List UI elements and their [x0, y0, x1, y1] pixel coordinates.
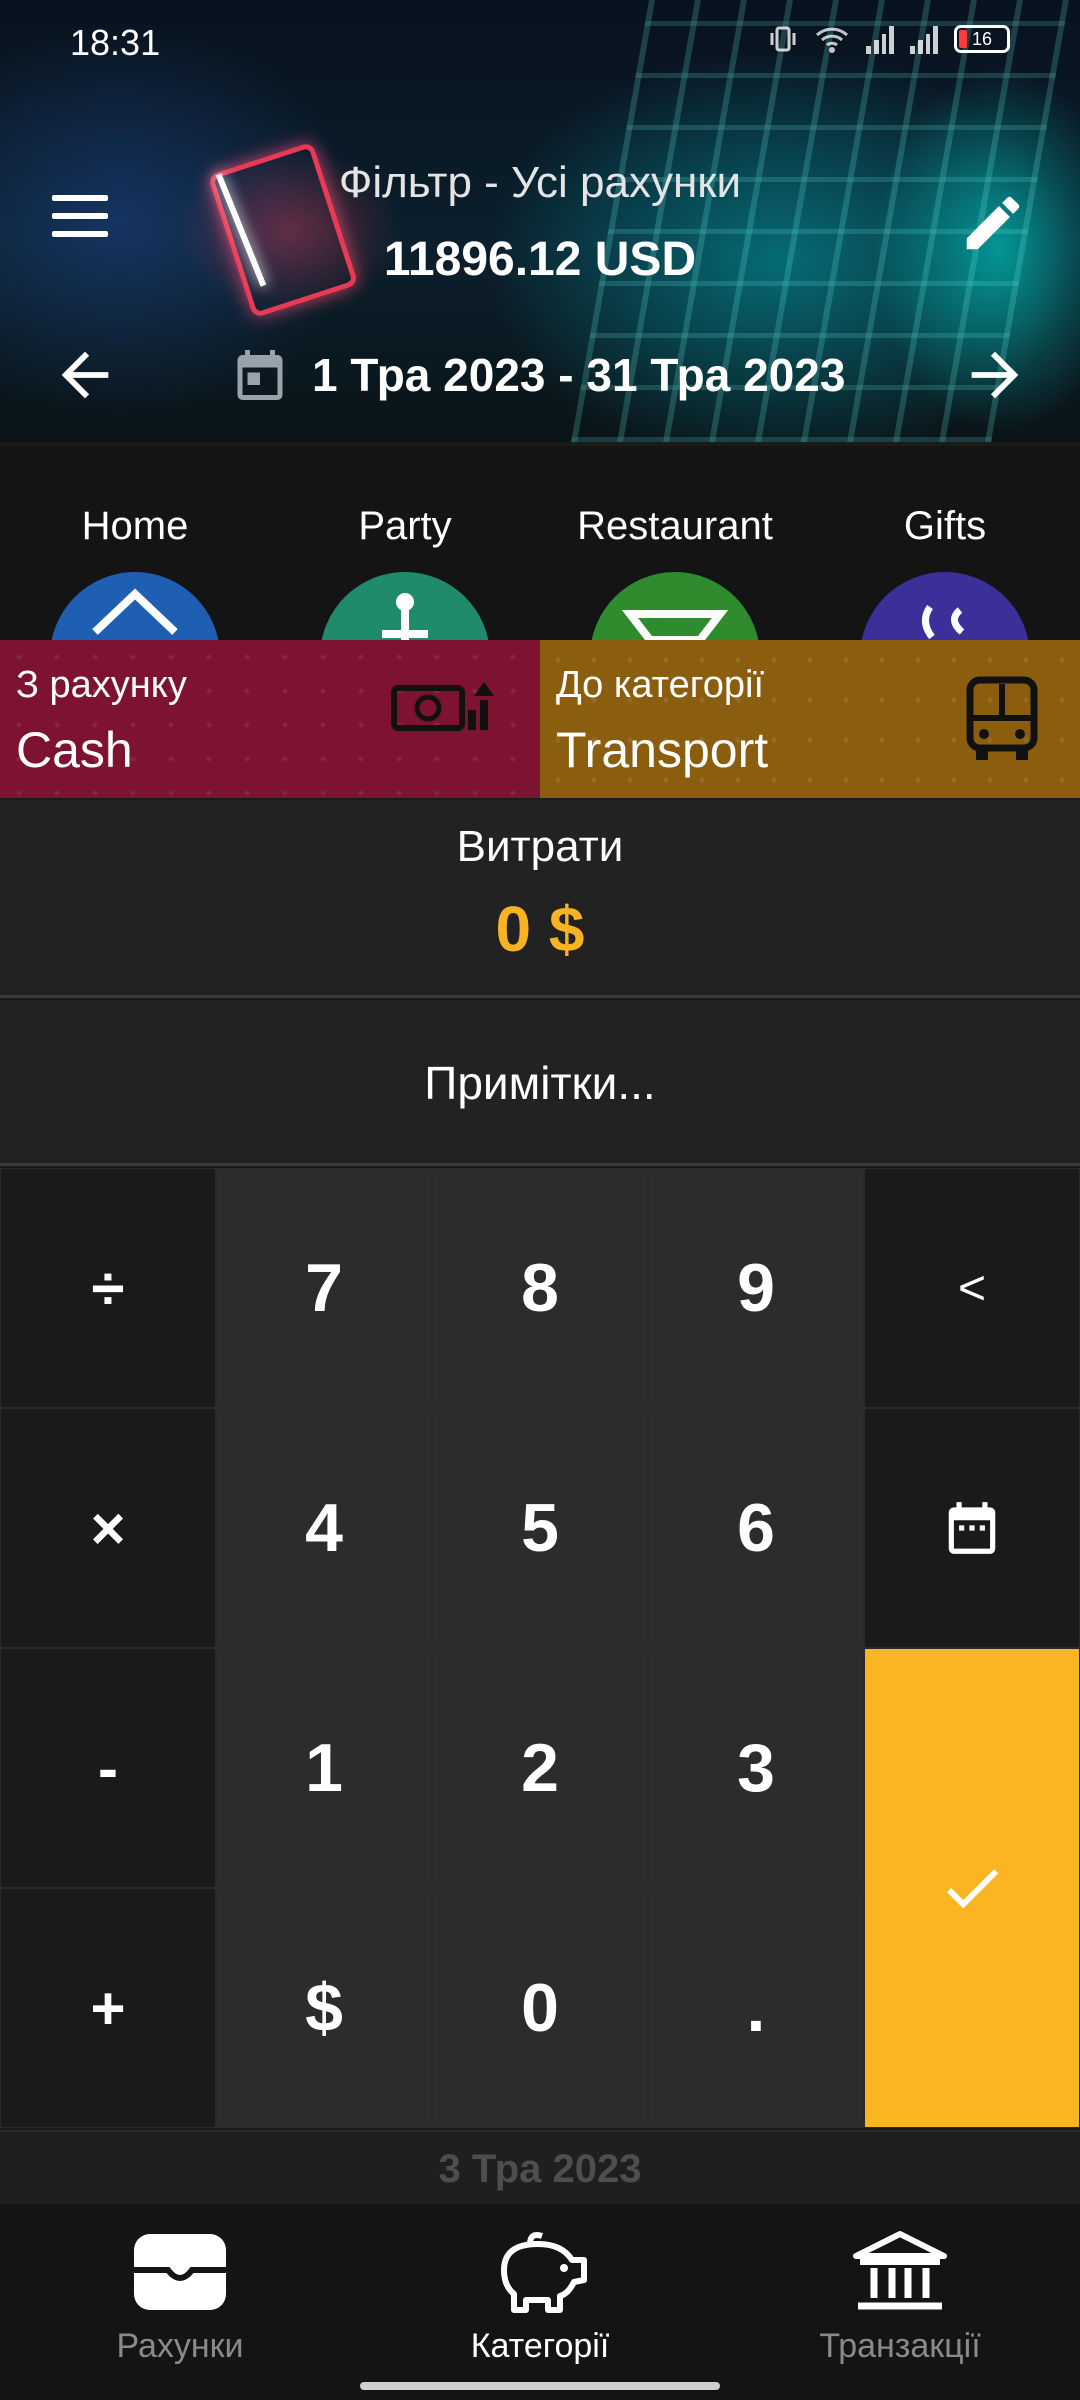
category-label: Party — [358, 504, 452, 548]
nav-label: Транзакції — [819, 2327, 981, 2365]
period-text: 1 Тра 2023 - 31 Тра 2023 — [312, 349, 846, 401]
arrow-left-icon[interactable] — [50, 340, 120, 410]
arrow-right-icon[interactable] — [960, 340, 1030, 410]
amount-display: Витрати 0 $ — [0, 800, 1080, 998]
backspace-icon: < — [957, 1261, 987, 1315]
vibrate-icon — [770, 26, 796, 52]
key-0[interactable]: 0 — [432, 1888, 648, 2128]
house-icon — [50, 572, 220, 640]
notes-placeholder: Примітки... — [424, 1057, 656, 1109]
category-party[interactable]: Party — [270, 446, 540, 640]
key-1[interactable]: 1 — [216, 1648, 432, 1888]
amount-value: 0 $ — [495, 893, 585, 965]
nav-transactions[interactable]: Транзакції — [720, 2204, 1080, 2400]
cake-icon — [320, 572, 490, 640]
nav-categories[interactable]: Категорії — [360, 2204, 720, 2400]
currency-key[interactable]: $ — [216, 1888, 432, 2128]
calculator-keypad: ÷ 7 8 9 < × 4 5 6 - 1 2 3 + $ 0 . — [0, 1168, 1080, 2128]
calendar-icon — [237, 350, 283, 400]
battery-level: 16 — [971, 29, 993, 49]
from-account-box[interactable]: З рахунку Cash — [0, 640, 540, 798]
home-indicator[interactable] — [360, 2382, 720, 2390]
total-balance: 11896.12 USD — [383, 233, 697, 286]
bank-icon — [853, 2231, 947, 2310]
date-picker-key[interactable] — [864, 1408, 1080, 1648]
ribbon-icon — [860, 572, 1030, 640]
nav-label: Категорії — [470, 2327, 610, 2365]
category-gifts[interactable]: Gifts — [810, 446, 1080, 640]
key-8[interactable]: 8 — [432, 1168, 648, 1408]
to-category-box[interactable]: До категорії Transport — [540, 640, 1080, 798]
bus-icon — [966, 676, 1038, 760]
wifi-icon — [815, 27, 849, 53]
account-filter-title[interactable]: Фільтр - Усі рахунки — [0, 158, 1080, 208]
category-label: Gifts — [903, 504, 987, 548]
wallet-icon — [134, 2234, 226, 2310]
key-2[interactable]: 2 — [432, 1648, 648, 1888]
header: 18:31 16 Фільтр - Усі рахунки 11896.12 U… — [0, 0, 1080, 442]
checkmark-icon — [946, 1869, 999, 1909]
key-5[interactable]: 5 — [432, 1408, 648, 1648]
transaction-date-text: 3 Тра 2023 — [438, 2147, 642, 2191]
key-7[interactable]: 7 — [216, 1168, 432, 1408]
bowl-icon — [590, 572, 760, 640]
multiply-key[interactable]: × — [0, 1408, 216, 1648]
key-6[interactable]: 6 — [648, 1408, 864, 1648]
status-icons: 16 — [768, 24, 1010, 54]
signal-icon — [866, 24, 894, 54]
money-icon — [391, 682, 494, 731]
battery-icon: 16 — [954, 25, 1010, 53]
category-home[interactable]: Home — [0, 446, 270, 640]
status-time: 18:31 — [70, 22, 161, 63]
backspace-key[interactable]: < — [864, 1168, 1080, 1408]
status-bar: 18:31 16 — [0, 0, 1080, 80]
key-4[interactable]: 4 — [216, 1408, 432, 1648]
nav-label: Рахунки — [116, 2327, 244, 2365]
plus-key[interactable]: + — [0, 1888, 216, 2128]
category-label: Restaurant — [577, 504, 773, 548]
nav-accounts[interactable]: Рахунки — [0, 2204, 360, 2400]
period-selector[interactable]: 1 Тра 2023 - 31 Тра 2023 — [230, 345, 845, 405]
signal-icon-2 — [910, 24, 938, 54]
confirm-button[interactable] — [864, 1648, 1080, 2128]
minus-key[interactable]: - — [0, 1648, 216, 1888]
key-3[interactable]: 3 — [648, 1648, 864, 1888]
piggy-bank-icon — [501, 2232, 587, 2313]
transaction-date[interactable]: 3 Тра 2023 — [0, 2130, 1080, 2204]
notes-field[interactable]: Примітки... — [0, 1000, 1080, 1166]
category-label: Home — [81, 504, 189, 548]
divide-key[interactable]: ÷ — [0, 1168, 216, 1408]
bottom-navigation: Рахунки Категорії Транзакції — [0, 2204, 1080, 2400]
key-9[interactable]: 9 — [648, 1168, 864, 1408]
calendar-icon — [948, 1502, 996, 1554]
category-strip: Home Party Restaurant Gifts — [0, 446, 1080, 640]
decimal-key[interactable]: . — [648, 1888, 864, 2128]
transfer-selector: З рахунку Cash До категорії Transport — [0, 640, 1080, 798]
category-restaurant[interactable]: Restaurant — [540, 446, 810, 640]
expense-label: Витрати — [456, 822, 624, 871]
